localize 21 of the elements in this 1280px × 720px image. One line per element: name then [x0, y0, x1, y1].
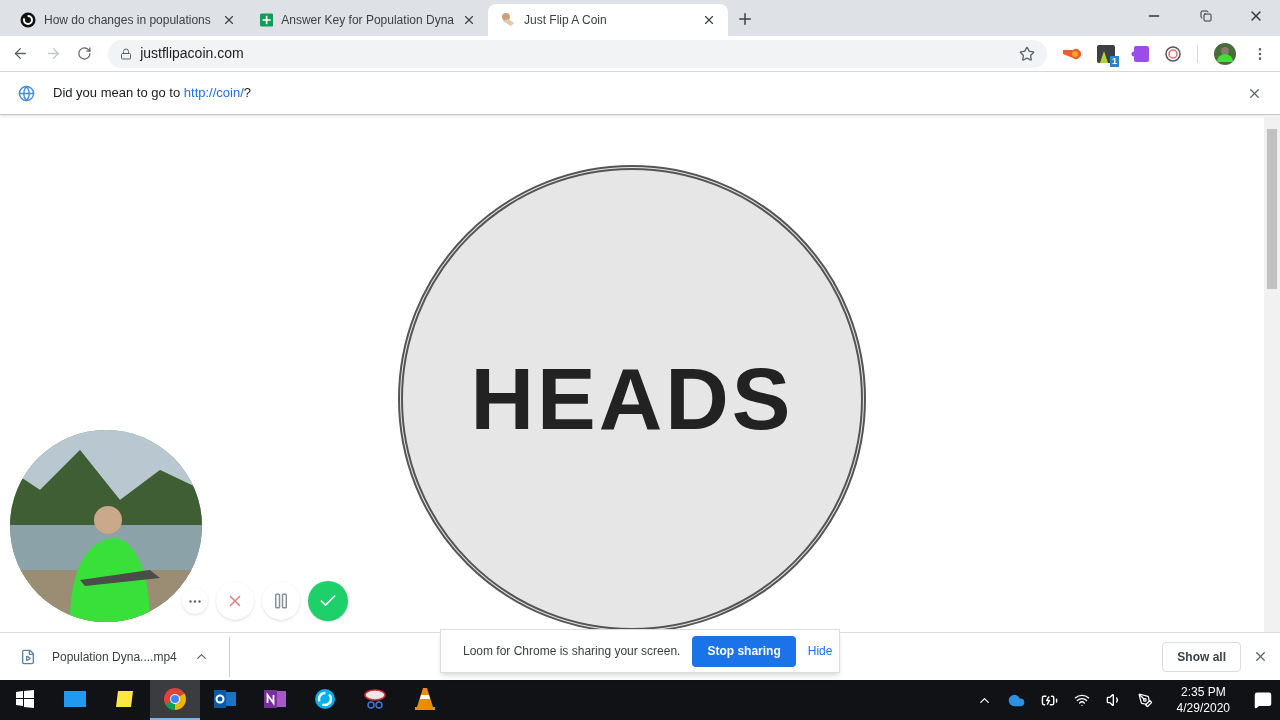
coin[interactable]: HEADS	[398, 165, 866, 632]
browser-tab[interactable]: Just Flip A Coin	[488, 4, 728, 36]
suggestion-link[interactable]: http://coin/	[183, 85, 244, 101]
tab-title: Just Flip A Coin	[524, 12, 608, 29]
browser-tab[interactable]: How do changes in populations	[8, 4, 248, 36]
address-bar[interactable]: justflipacoin.com	[108, 39, 1047, 68]
download-filename[interactable]: Population Dyna....mp4	[52, 647, 178, 666]
clock[interactable]: 2:35 PM 4/29/2020	[1168, 684, 1238, 716]
extension-badge: 1	[1109, 55, 1119, 67]
browser-tab[interactable]: Answer Key for Population Dyna	[248, 4, 488, 36]
tab-title: Answer Key for Population Dyna	[281, 12, 454, 29]
show-all-button[interactable]: Show all	[1162, 641, 1241, 672]
coin-result: HEADS	[470, 348, 794, 450]
stop-sharing-button[interactable]: Stop sharing	[692, 635, 796, 667]
clock-time: 2:35 PM	[1180, 684, 1226, 700]
tab-title: How do changes in populations	[44, 12, 212, 29]
infobar-message: Did you mean to go to http://coin/?	[53, 84, 253, 103]
url-text: justflipacoin.com	[140, 44, 245, 63]
sharing-message: Loom for Chrome is sharing your screen.	[463, 643, 681, 660]
hide-button[interactable]: Hide	[807, 642, 833, 660]
clock-date: 4/29/2020	[1176, 700, 1230, 716]
